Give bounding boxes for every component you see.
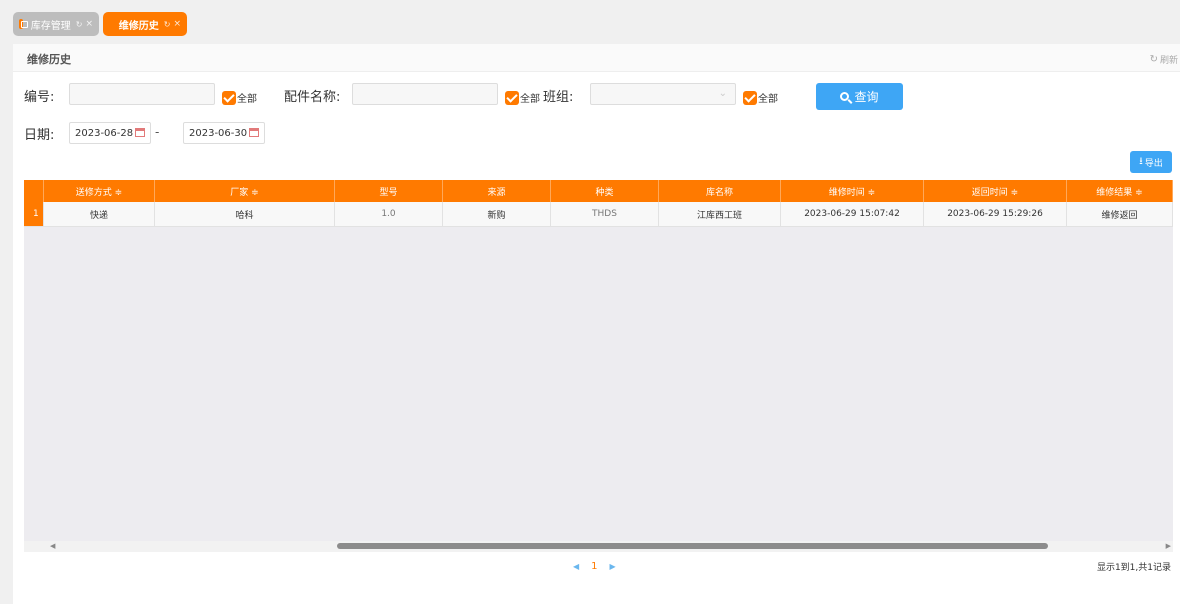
query-button[interactable]: 查询 (816, 83, 903, 110)
export-button[interactable]: ⭳ 导出 (1130, 151, 1172, 173)
tab-refresh-icon[interactable]: ↻ (164, 20, 171, 29)
checkbox-label: 全部 (520, 94, 540, 105)
tab-close-icon[interactable]: × (173, 19, 181, 29)
table-cell: THDS (551, 202, 659, 226)
tab-label: 库存管理 (30, 20, 71, 32)
column-header[interactable]: 厂家 ≑ (155, 180, 335, 202)
row-number-header (24, 180, 44, 202)
team-select[interactable]: ⌄ (590, 83, 736, 105)
tab-label: 维修历史 (118, 20, 159, 32)
part-name-label: 配件名称: (284, 90, 341, 105)
column-header[interactable]: 种类 (551, 180, 659, 202)
part-name-input[interactable] (352, 83, 498, 105)
date-separator: - (155, 125, 160, 139)
search-icon (840, 92, 850, 101)
column-header[interactable]: 送修方式 ≑ (44, 180, 155, 202)
panel-header: 维修历史 ↻ 刷新 (13, 44, 1180, 72)
table-cell: 维修返回 (1067, 202, 1173, 226)
export-label: 导出 (1144, 158, 1163, 169)
row-number: 1 (24, 202, 44, 226)
calendar-icon (135, 128, 145, 137)
refresh-button[interactable]: ↻ 刷新 (1150, 53, 1178, 66)
part-all-checkbox[interactable]: 全部 (505, 90, 540, 105)
table-cell: 1.0 (335, 202, 443, 226)
column-header[interactable]: 维修结果 ≑ (1067, 180, 1173, 202)
tab-repair-history[interactable]: 维修历史 ↻ × (103, 12, 187, 36)
next-page-icon[interactable]: ▶ (610, 562, 616, 571)
query-label: 查询 (854, 90, 879, 104)
column-header[interactable]: 来源 (443, 180, 551, 202)
tab-bar: 库存管理 ↻ × 维修历史 ↻ × (0, 0, 1180, 42)
code-all-checkbox[interactable]: 全部 (222, 90, 257, 105)
refresh-label: 刷新 (1159, 56, 1178, 66)
download-icon: ⭳ (1139, 155, 1143, 167)
column-header[interactable]: 型号 (335, 180, 443, 202)
column-header[interactable]: 返回时间 ≑ (924, 180, 1067, 202)
module-icon (19, 19, 28, 29)
column-header[interactable]: 库名称 (659, 180, 781, 202)
code-label: 编号: (24, 90, 55, 105)
module-icon (109, 19, 111, 29)
team-label: 班组: (543, 90, 574, 105)
date-from-input[interactable]: 2023-06-28 (69, 122, 151, 144)
table-cell: 2023-06-29 15:29:26 (924, 202, 1067, 226)
record-summary: 显示1到1,共1记录 (1096, 563, 1171, 573)
horizontal-scrollbar[interactable]: ◀ ▶ (24, 541, 1173, 552)
tab-inventory-management[interactable]: 库存管理 ↻ × (13, 12, 99, 36)
table-header: 送修方式 ≑ 厂家 ≑ 型号 来源 种类 库名称 维修时间 ≑ 返回时间 ≑ 维… (24, 180, 1173, 202)
table-row[interactable]: 1 快递 哈科 1.0 新购 THDS 江库西工班 2023-06-29 15:… (24, 202, 1173, 227)
table-cell: 2023-06-29 15:07:42 (781, 202, 924, 226)
checkbox-label: 全部 (237, 94, 257, 105)
column-header[interactable]: 维修时间 ≑ (781, 180, 924, 202)
chevron-down-icon: ⌄ (718, 88, 727, 99)
table-cell: 新购 (443, 202, 551, 226)
date-to-input[interactable]: 2023-06-30 (183, 122, 265, 144)
scrollbar-thumb[interactable] (337, 543, 1048, 549)
date-to-value: 2023-06-30 (189, 127, 248, 139)
scroll-right-icon[interactable]: ▶ (1166, 541, 1171, 552)
calendar-icon (249, 128, 259, 137)
table-cell: 江库西工班 (659, 202, 781, 226)
table-cell: 快递 (44, 202, 155, 226)
check-icon (505, 90, 519, 105)
code-input[interactable] (69, 83, 215, 105)
page-title: 维修历史 (27, 53, 71, 66)
data-table: 送修方式 ≑ 厂家 ≑ 型号 来源 种类 库名称 维修时间 ≑ 返回时间 ≑ 维… (24, 180, 1173, 552)
date-from-value: 2023-06-28 (75, 127, 134, 139)
check-icon (222, 90, 236, 105)
tab-refresh-icon[interactable]: ↻ (76, 20, 83, 29)
tab-close-icon[interactable]: × (85, 19, 93, 29)
refresh-icon: ↻ (1149, 54, 1158, 65)
scroll-left-icon[interactable]: ◀ (50, 541, 55, 552)
team-all-checkbox[interactable]: 全部 (743, 90, 778, 105)
checkbox-label: 全部 (758, 94, 778, 105)
date-label: 日期: (24, 128, 55, 143)
main-panel: 维修历史 ↻ 刷新 编号: 全部 配件名称: 全部 班组: ⌄ 全部 查询 日期… (13, 44, 1180, 604)
table-cell: 哈科 (155, 202, 335, 226)
prev-page-icon[interactable]: ◀ (573, 562, 579, 571)
pagination: ◀ 1 ▶ (573, 561, 616, 572)
page-number[interactable]: 1 (591, 561, 597, 572)
check-icon (743, 90, 757, 105)
